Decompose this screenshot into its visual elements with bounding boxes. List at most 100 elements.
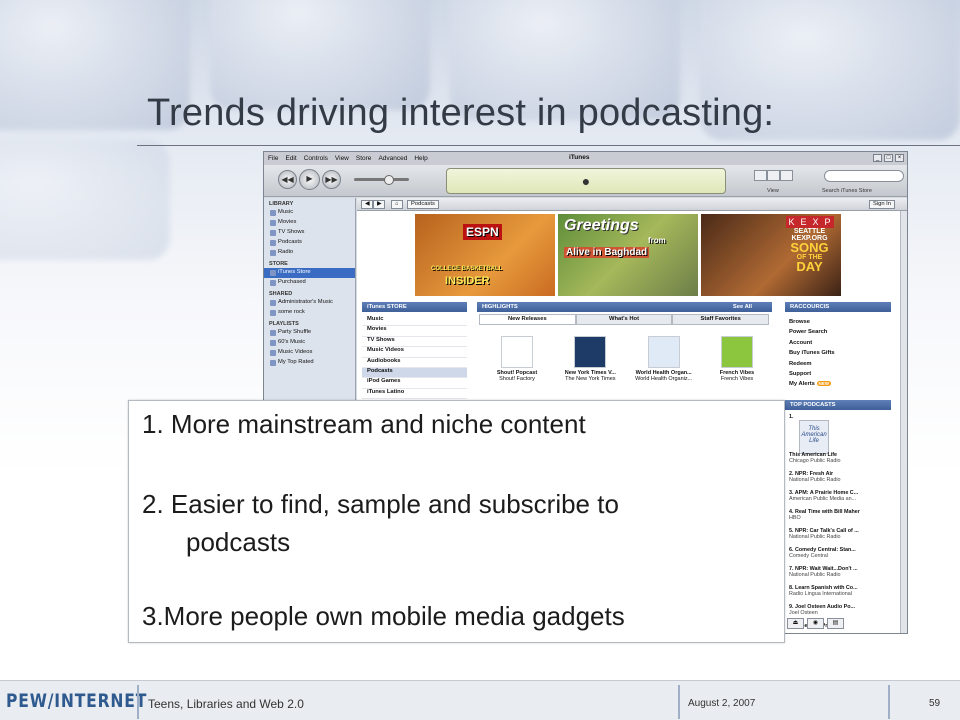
sidebar-item-shared[interactable]: Administrator's Music [264, 298, 355, 308]
status-display: ● [446, 168, 726, 194]
tab-staff-favorites[interactable]: Staff Favorites [672, 314, 770, 325]
maximize-icon[interactable]: □ [884, 154, 893, 162]
list-item[interactable]: 7. NPR: Wait Wait...Don't ... National Pu… [789, 566, 889, 585]
search-input[interactable] [824, 170, 904, 182]
visualizer-icon[interactable]: ◉ [807, 618, 824, 629]
kexp-banner[interactable]: KEXP SEATTLE KEXP.ORG SONG OF THE DAY [701, 214, 841, 296]
podcast-author: National Public Radio [789, 534, 841, 540]
list-item[interactable]: 2. NPR: Fresh Air National Public Radio [789, 471, 889, 490]
highlights-title: HIGHLIGHTS [482, 304, 518, 310]
bullet-point-1: 1. More mainstream and niche content [142, 409, 586, 439]
menu-store[interactable]: Store [356, 155, 372, 162]
footer-divider [137, 685, 139, 719]
sidebar-item-movies[interactable]: Movies [264, 218, 355, 228]
alive-in-baghdad-banner[interactable]: Greetings from Alive in Baghdad [558, 214, 698, 296]
list-item[interactable]: 4. Real Time with Bill Maher HBO [789, 509, 889, 528]
store-category-item[interactable]: iPod Games [362, 378, 467, 389]
sign-in-button[interactable]: Sign In [868, 200, 895, 209]
quick-link[interactable]: Redeem [789, 361, 889, 371]
window-controls: _ □ × [873, 154, 904, 162]
footer-presentation-title: Teens, Libraries and Web 2.0 [148, 697, 304, 711]
podcast-author: Comedy Central [789, 553, 828, 559]
podcast-tile[interactable]: New York Times V... The New York Times [560, 336, 620, 382]
content-scrollbar[interactable] [900, 211, 907, 633]
keyboard-key-blur [0, 140, 170, 260]
quick-link[interactable]: Power Search [789, 329, 889, 339]
title-divider [137, 145, 960, 146]
slide-footer: PEW/INTERNET Teens, Libraries and Web 2.… [0, 680, 960, 720]
podcast-tile[interactable]: Shout! Popcast Shout! Factory [487, 336, 547, 382]
menu-file[interactable]: File [268, 155, 278, 162]
list-item[interactable]: 5. NPR: Car Talk's Call of ... National P… [789, 528, 889, 547]
podcast-tile[interactable]: French Vibes French Vibes [707, 336, 767, 382]
breadcrumb[interactable]: Podcasts [407, 200, 439, 209]
sidebar-item-playlist[interactable]: Music Videos [264, 348, 355, 358]
sidebar-item-music[interactable]: Music [264, 208, 355, 218]
list-item[interactable]: 1. This American Life [789, 414, 889, 454]
list-item[interactable]: 8. Learn Spanish with Co... Radio Lingua … [789, 585, 889, 604]
menu-controls[interactable]: Controls [304, 155, 328, 162]
previous-track-button[interactable]: ◀◀ [278, 170, 297, 189]
store-category-item[interactable]: Audiobooks [362, 358, 467, 368]
highlights-tabs: New Releases What's Hot Staff Favorites [479, 314, 770, 325]
sidebar-item-podcasts[interactable]: Podcasts [264, 238, 355, 248]
store-category-item[interactable]: Music Videos [362, 347, 467, 358]
view-label: View [767, 188, 779, 194]
espn-banner[interactable]: ESPN COLLEGE BASKETBALL INSIDER [415, 214, 555, 296]
quick-link[interactable]: Browse [789, 319, 889, 329]
back-button[interactable]: ◀ [361, 200, 374, 209]
list-item[interactable]: 6. Comedy Central: Stan... Comedy Central [789, 547, 889, 566]
quick-link[interactable]: My Alerts NEW [789, 381, 889, 391]
sidebar-item-itunes-store[interactable]: iTunes Store [264, 268, 355, 278]
store-panel-heading: iTunes STORE [362, 302, 467, 312]
coverflow-view-button[interactable] [780, 170, 793, 181]
quick-link-label: My Alerts [789, 381, 815, 388]
footer-divider [888, 685, 890, 719]
eject-icon[interactable]: ⏏ [787, 618, 804, 629]
sidebar-item-playlist[interactable]: Party Shuffle [264, 328, 355, 338]
shuffle-icon[interactable]: ▤ [827, 618, 844, 629]
apple-logo-icon: ● [581, 173, 591, 189]
minimize-icon[interactable]: _ [873, 154, 882, 162]
tab-whats-hot[interactable]: What's Hot [575, 314, 673, 325]
store-category-item[interactable]: Movies [362, 326, 467, 337]
podcast-author: Radio Lingua International [789, 591, 852, 597]
highlights-heading: HIGHLIGHTS See All [477, 302, 772, 312]
play-button[interactable]: ▶ [299, 169, 320, 190]
sidebar-item-playlist[interactable]: My Top Rated [264, 358, 355, 368]
banner-text: SEATTLE [793, 228, 826, 235]
podcast-tile[interactable]: World Health Organ... World Health Organ… [634, 336, 694, 382]
store-category-item[interactable]: TV Shows [362, 337, 467, 348]
sidebar-item-shared[interactable]: some rock [264, 308, 355, 318]
list-item[interactable]: This American Life Chicago Public Radio [789, 452, 889, 471]
next-track-button[interactable]: ▶▶ [322, 170, 341, 189]
grid-view-button[interactable] [767, 170, 780, 181]
menu-edit[interactable]: Edit [285, 155, 296, 162]
sidebar-item-tv-shows[interactable]: TV Shows [264, 228, 355, 238]
top-podcasts-heading: TOP PODCASTS [785, 400, 891, 410]
store-category-item[interactable]: iTunes Latino [362, 389, 467, 400]
kexp-logo: KEXP SEATTLE KEXP.ORG SONG OF THE DAY [782, 216, 837, 273]
quick-link[interactable]: Buy iTunes Gifts [789, 350, 889, 360]
sidebar-item-radio[interactable]: Radio [264, 248, 355, 258]
podcast-author: American Public Media an... [789, 496, 857, 502]
see-all-link[interactable]: See All [733, 302, 752, 312]
close-icon[interactable]: × [895, 154, 904, 162]
footer-divider [678, 685, 680, 719]
forward-button[interactable]: ▶ [373, 200, 386, 209]
menu-help[interactable]: Help [414, 155, 427, 162]
tab-new-releases[interactable]: New Releases [479, 314, 576, 325]
volume-slider[interactable] [354, 175, 409, 185]
store-category-item[interactable]: Podcasts [362, 367, 467, 379]
list-item[interactable]: 3. APM: A Prairie Home C... American Publ… [789, 490, 889, 509]
store-category-item[interactable]: Music [362, 316, 467, 327]
sidebar-item-purchased[interactable]: Purchased [264, 278, 355, 288]
menu-advanced[interactable]: Advanced [378, 155, 407, 162]
sidebar-item-playlist[interactable]: 60's Music [264, 338, 355, 348]
list-view-button[interactable] [754, 170, 767, 181]
new-badge: NEW [816, 381, 832, 387]
quick-link[interactable]: Account [789, 340, 889, 350]
menu-view[interactable]: View [335, 155, 349, 162]
quick-link[interactable]: Support [789, 371, 889, 381]
home-icon[interactable]: ⌂ [391, 200, 403, 209]
